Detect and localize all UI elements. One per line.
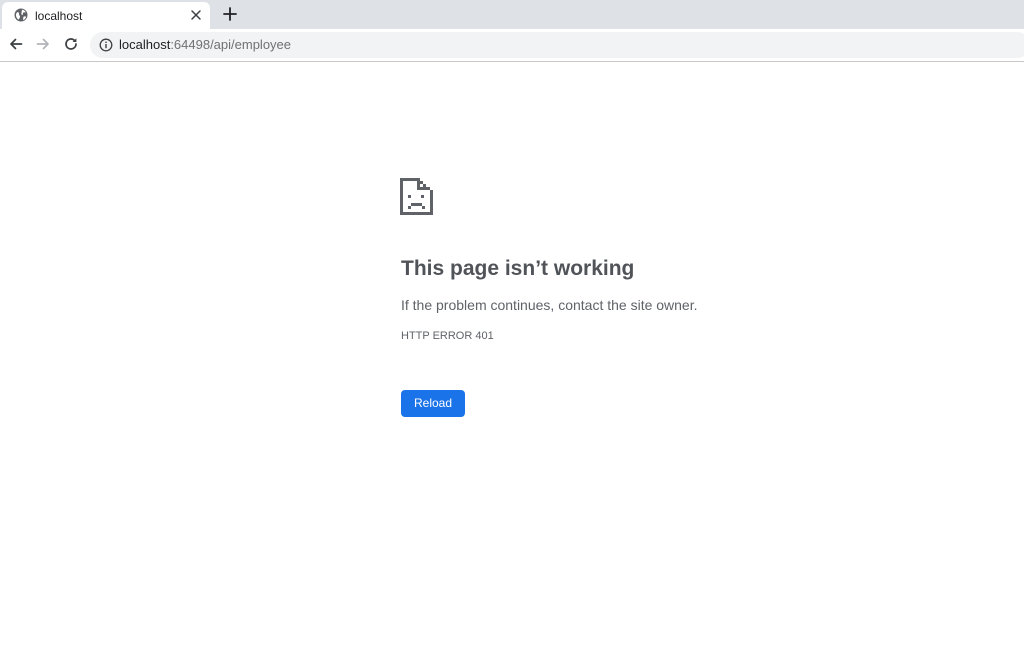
plus-icon[interactable] — [222, 6, 238, 22]
error-code: HTTP ERROR 401 — [401, 330, 494, 342]
forward-arrow-icon[interactable] — [35, 36, 51, 52]
sad-document-icon — [400, 178, 433, 215]
error-title: This page isn’t working — [401, 257, 635, 280]
reload-button[interactable]: Reload — [401, 390, 465, 417]
reload-icon[interactable] — [63, 36, 79, 52]
back-arrow-icon[interactable] — [8, 36, 24, 52]
url-path: :64498/api/employee — [170, 37, 292, 52]
url-host: localhost — [119, 37, 171, 52]
tab-title: localhost — [35, 9, 83, 23]
address-bar[interactable]: localhost:64498/api/employee — [90, 32, 1024, 58]
url-text[interactable]: localhost:64498/api/employee — [119, 37, 291, 53]
globe-icon — [14, 8, 28, 22]
tab-localhost[interactable]: localhost — [2, 2, 210, 29]
tab-strip: localhost — [0, 0, 1024, 29]
toolbar: localhost:64498/api/employee — [0, 29, 1024, 62]
info-icon[interactable] — [99, 38, 113, 52]
browser-window: localhost localhost:64498/api/employee T… — [0, 0, 1024, 657]
close-icon[interactable] — [189, 8, 203, 22]
error-description: If the problem continues, contact the si… — [401, 297, 698, 313]
